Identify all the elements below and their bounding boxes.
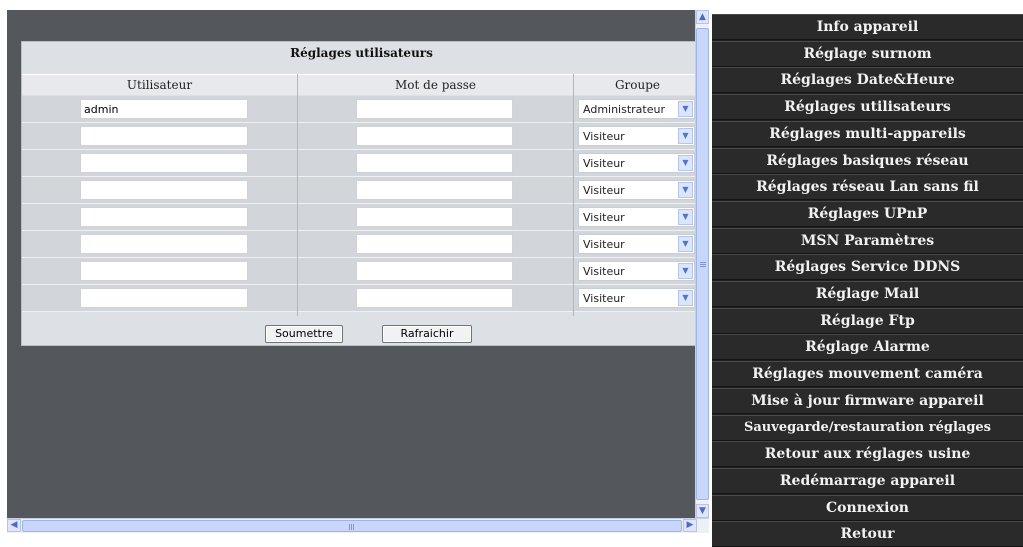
menu-item[interactable]: Sauvegarde/restauration réglages <box>712 415 1023 441</box>
arrow-right-icon[interactable]: ▶ <box>683 519 697 532</box>
group-select-value: Visiteur <box>583 211 625 224</box>
user-row: Visiteur ▼ <box>22 204 695 231</box>
password-input[interactable] <box>356 153 513 173</box>
menu-item[interactable]: Réglages basiques réseau <box>712 148 1023 174</box>
chevron-down-icon[interactable]: ▼ <box>678 182 693 198</box>
password-input[interactable] <box>356 180 513 200</box>
content-viewport: Réglages utilisateurs Utilisateur Mot de… <box>7 10 695 518</box>
refresh-button[interactable]: Rafraichir <box>382 325 472 343</box>
group-select[interactable]: Administrateur ▼ <box>578 99 695 119</box>
arrow-up-icon[interactable]: ▲ <box>696 10 709 24</box>
menu-item[interactable]: Réglages UPnP <box>712 201 1023 227</box>
menu-item[interactable]: Réglages Date&Heure <box>712 67 1023 93</box>
menu-item[interactable]: Réglages Service DDNS <box>712 254 1023 280</box>
group-select[interactable]: Visiteur ▼ <box>578 126 695 146</box>
menu-item[interactable]: Réglages mouvement caméra <box>712 361 1023 387</box>
user-row: Visiteur ▼ <box>22 177 695 204</box>
menu-item[interactable]: Réglages réseau Lan sans fil <box>712 174 1023 200</box>
menu-item[interactable]: Retour aux réglages usine <box>712 441 1023 467</box>
arrow-left-icon[interactable]: ◀ <box>7 519 21 532</box>
menu-item[interactable]: Réglage Alarme <box>712 334 1023 360</box>
username-input[interactable] <box>80 99 248 119</box>
vertical-scroll-thumb[interactable] <box>696 28 709 500</box>
menu-item[interactable]: Réglage Mail <box>712 281 1023 307</box>
menu-item[interactable]: Réglages utilisateurs <box>712 94 1023 120</box>
group-select-value: Visiteur <box>583 157 625 170</box>
menu-item[interactable]: MSN Paramètres <box>712 228 1023 254</box>
menu-item[interactable]: Réglage Ftp <box>712 308 1023 334</box>
user-row: Visiteur ▼ <box>22 231 695 258</box>
chevron-down-icon[interactable]: ▼ <box>678 128 693 144</box>
username-input[interactable] <box>80 288 248 308</box>
password-input[interactable] <box>356 126 513 146</box>
group-select-value: Visiteur <box>583 184 625 197</box>
grip-icon <box>349 524 350 530</box>
menu-item[interactable]: Retour <box>712 521 1023 547</box>
chevron-down-icon[interactable]: ▼ <box>678 290 693 306</box>
user-row: Visiteur ▼ <box>22 123 695 150</box>
user-row: Administrateur ▼ <box>22 96 695 123</box>
menu-item[interactable]: Redémarrage appareil <box>712 468 1023 494</box>
menu-item[interactable]: Réglage surnom <box>712 41 1023 67</box>
group-select[interactable]: Visiteur ▼ <box>578 153 695 173</box>
settings-menu: Info appareil Réglage surnom Réglages Date… <box>712 14 1023 547</box>
horizontal-scrollbar[interactable]: ◀ ▶ <box>7 518 709 533</box>
group-select-value: Visiteur <box>583 238 625 251</box>
menu-item[interactable]: Mise à jour firmware appareil <box>712 388 1023 414</box>
password-input[interactable] <box>356 288 513 308</box>
username-input[interactable] <box>80 153 248 173</box>
submit-button[interactable]: Soumettre <box>265 325 343 343</box>
group-select[interactable]: Visiteur ▼ <box>578 261 695 281</box>
column-header-password: Mot de passe <box>298 74 573 95</box>
column-header-user: Utilisateur <box>22 74 297 95</box>
group-select-value: Visiteur <box>583 292 625 305</box>
user-row: Visiteur ▼ <box>22 285 695 312</box>
group-select-value: Visiteur <box>583 130 625 143</box>
group-select[interactable]: Visiteur ▼ <box>578 180 695 200</box>
user-settings-panel: Réglages utilisateurs Utilisateur Mot de… <box>21 41 695 346</box>
username-input[interactable] <box>80 126 248 146</box>
password-input[interactable] <box>356 99 513 119</box>
vertical-scrollbar[interactable]: ▲ ▼ <box>695 10 709 518</box>
username-input[interactable] <box>80 261 248 281</box>
password-input[interactable] <box>356 261 513 281</box>
group-select[interactable]: Visiteur ▼ <box>578 234 695 254</box>
group-select[interactable]: Visiteur ▼ <box>578 288 695 308</box>
content-frame: Réglages utilisateurs Utilisateur Mot de… <box>0 0 712 537</box>
username-input[interactable] <box>80 180 248 200</box>
grip-icon <box>700 262 706 263</box>
password-input[interactable] <box>356 234 513 254</box>
password-input[interactable] <box>356 207 513 227</box>
horizontal-scroll-thumb[interactable] <box>22 520 682 532</box>
user-row: Visiteur ▼ <box>22 150 695 177</box>
group-select-value: Administrateur <box>583 103 665 116</box>
arrow-down-icon[interactable]: ▼ <box>696 504 709 518</box>
group-select[interactable]: Visiteur ▼ <box>578 207 695 227</box>
username-input[interactable] <box>80 234 248 254</box>
chevron-down-icon[interactable]: ▼ <box>678 263 693 279</box>
menu-item[interactable]: Info appareil <box>712 14 1023 40</box>
group-select-value: Visiteur <box>583 265 625 278</box>
chevron-down-icon[interactable]: ▼ <box>678 209 693 225</box>
menu-item[interactable]: Réglages multi-appareils <box>712 121 1023 147</box>
panel-title: Réglages utilisateurs <box>290 46 433 60</box>
menu-item[interactable]: Connexion <box>712 495 1023 521</box>
chevron-down-icon[interactable]: ▼ <box>678 236 693 252</box>
chevron-down-icon[interactable]: ▼ <box>678 155 693 171</box>
column-header-group: Groupe <box>574 74 695 95</box>
chevron-down-icon[interactable]: ▼ <box>678 101 693 117</box>
user-row: Visiteur ▼ <box>22 258 695 285</box>
username-input[interactable] <box>80 207 248 227</box>
